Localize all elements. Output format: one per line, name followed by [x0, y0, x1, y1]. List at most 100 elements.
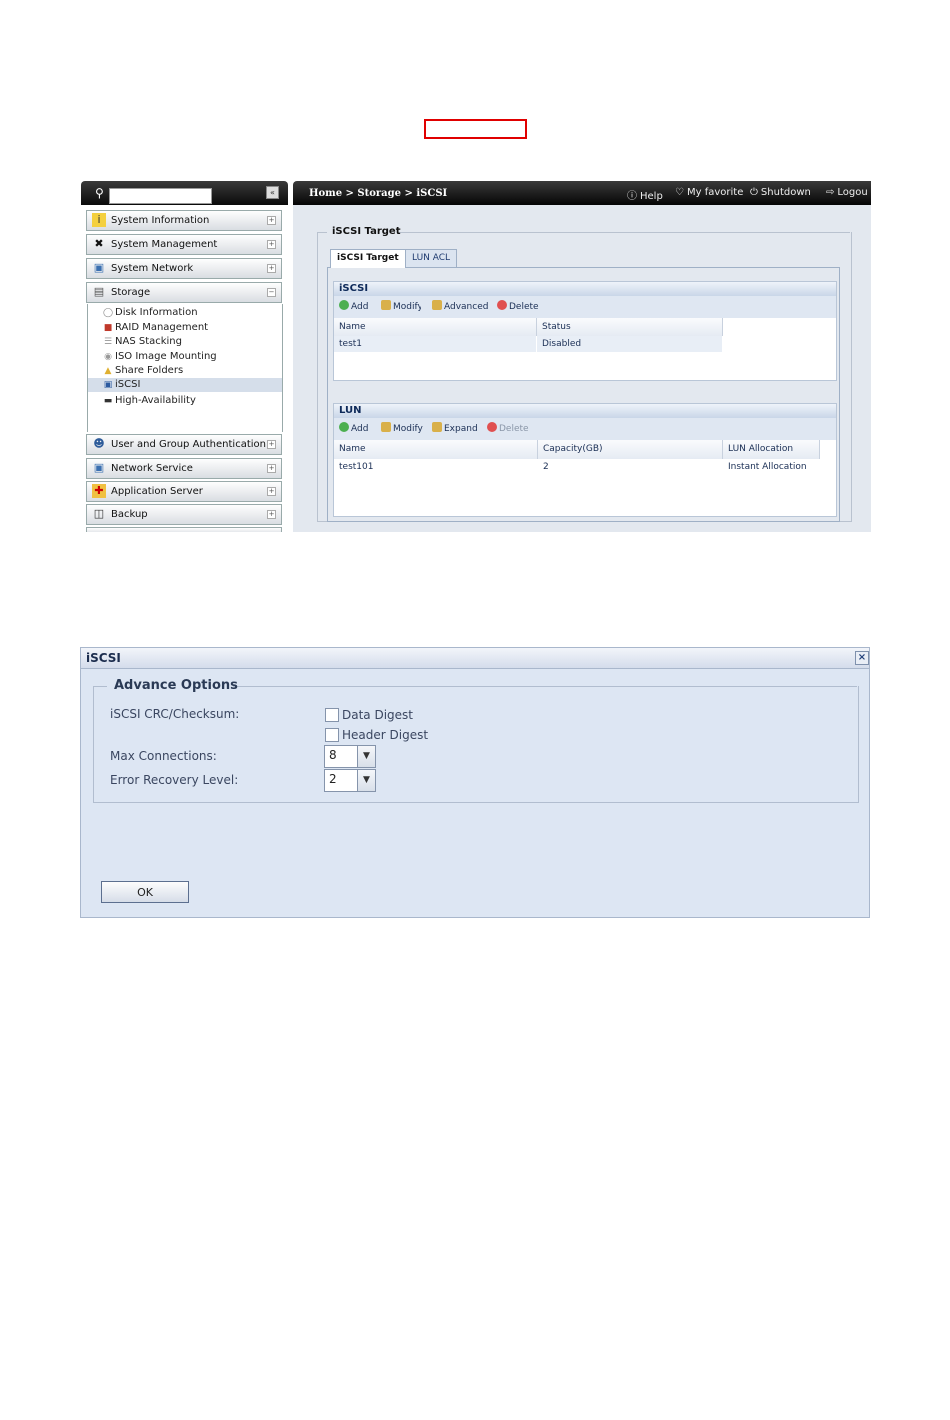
menu-item-label: User and Group Authentication [111, 439, 266, 450]
expand-icon[interactable]: + [267, 510, 276, 519]
sidebar-item-disk-information[interactable]: ◯ Disk Information [102, 306, 280, 320]
raid-icon: ■ [103, 323, 113, 333]
network-service-icon: ▣ [93, 461, 105, 474]
disk-icon: ◯ [102, 308, 114, 318]
menu-item-system-management[interactable]: ✖ System Management + [86, 234, 282, 255]
iso-icon: ◉ [104, 352, 112, 362]
header-digest-checkbox[interactable] [325, 728, 339, 742]
chevron-down-icon[interactable]: ▼ [357, 770, 375, 791]
sidebar-item-label: Disk Information [115, 307, 198, 318]
my-favorite-link[interactable]: ♡ My favorite [675, 187, 743, 198]
ok-button[interactable]: OK [101, 881, 189, 903]
table-row-cell[interactable]: Disabled [537, 336, 722, 352]
table-row-cell[interactable]: Instant Allocation [723, 459, 819, 475]
tab-iscsi-target[interactable]: iSCSI Target [330, 249, 406, 268]
max-connections-select[interactable]: 8 ▼ [324, 745, 376, 768]
search-icon: ⚲ [95, 186, 104, 200]
expand-icon[interactable]: + [267, 464, 276, 473]
advanced-button[interactable]: Advanced [432, 300, 488, 314]
data-digest-label: Data Digest [342, 708, 413, 722]
fieldset-border [317, 232, 327, 233]
logout-icon: ⇨ [826, 187, 835, 198]
crc-checksum-label: iSCSI CRC/Checksum: [110, 707, 240, 721]
modify-label: Modify [393, 424, 423, 434]
delete-label: Delete [509, 302, 539, 312]
nas-admin-screenshot: ⚲ « i System Information + ✖ System Mana… [80, 180, 871, 532]
logout-label: Logou [837, 187, 868, 198]
network-icon: ▣ [93, 261, 105, 274]
menu-item-backup[interactable]: ◫ Backup + [86, 504, 282, 525]
expand-button[interactable]: Expand [432, 422, 478, 436]
high-availability-icon: ▬ [103, 396, 113, 406]
search-input[interactable] [109, 188, 212, 204]
menu-item-storage[interactable]: ▤ Storage − [86, 282, 282, 303]
gear-icon [381, 300, 391, 310]
cell-text: Disabled [542, 339, 582, 349]
lun-grid: LUN Add Modify Expand Delete Name Capaci… [333, 403, 837, 517]
sidebar-item-label: High-Availability [115, 395, 196, 406]
sidebar-item-high-availability[interactable]: ▬ High-Availability [102, 394, 280, 408]
chevron-down-icon[interactable]: ▼ [357, 746, 375, 767]
grid-title-text: iSCSI [339, 283, 369, 294]
collapse-sidebar-icon[interactable]: « [266, 186, 279, 199]
delete-button[interactable]: Delete [487, 422, 529, 436]
menu-item-label: Network Service [111, 463, 193, 474]
tools-icon: ✖ [94, 237, 104, 250]
expand-icon[interactable]: + [267, 487, 276, 496]
collapse-icon[interactable]: − [267, 288, 276, 297]
column-header-lun-allocation[interactable]: LUN Allocation [723, 440, 820, 459]
info-icon: i [92, 213, 106, 227]
backup-icon: ◫ [93, 507, 105, 520]
heart-icon: ♡ [675, 187, 684, 198]
menu-item-label: System Management [111, 239, 218, 250]
column-header-status[interactable]: Status [537, 318, 723, 336]
expand-icon[interactable]: + [267, 440, 276, 449]
fieldset-border [397, 232, 850, 233]
sidebar-item-label: Share Folders [115, 365, 184, 376]
sidebar-item-share-folders[interactable]: ▲ Share Folders [102, 364, 280, 378]
column-header-name[interactable]: Name [334, 440, 538, 459]
table-row-cell[interactable]: 2 [538, 459, 722, 475]
modify-button[interactable]: Modify [381, 422, 423, 436]
menu-item-system-information[interactable]: i System Information + [86, 210, 282, 231]
select-value: 2 [329, 772, 337, 786]
shutdown-link[interactable]: ⏻ Shutdown [750, 187, 811, 198]
sidebar-item-iso-image-mounting[interactable]: ◉ ISO Image Mounting [102, 350, 280, 364]
tab-lun-acl[interactable]: LUN ACL [405, 249, 458, 268]
grid-title: iSCSI [334, 282, 836, 296]
close-icon[interactable]: × [855, 651, 869, 665]
table-row-cell[interactable]: test1 [334, 336, 536, 352]
delete-button[interactable]: Delete [497, 300, 539, 314]
menu-item-label: System Network [111, 263, 194, 274]
expand-icon[interactable]: + [267, 240, 276, 249]
data-digest-checkbox[interactable] [325, 708, 339, 722]
delete-icon [487, 422, 497, 432]
column-header-capacity[interactable]: Capacity(GB) [538, 440, 723, 459]
help-link[interactable]: ⓘ Help [627, 187, 663, 202]
shutdown-label: Shutdown [760, 187, 811, 198]
breadcrumb: Home > Storage > iSCSI [309, 188, 448, 199]
table-row-cell[interactable]: test101 [334, 459, 537, 475]
sidebar-item-iscsi[interactable]: ▣ iSCSI [88, 378, 282, 392]
menu-item-user-group-authentication[interactable]: ☻ User and Group Authentication + [86, 434, 282, 455]
modify-button[interactable]: Modify [381, 300, 421, 314]
menu-item-application-server[interactable]: ✚ Application Server + [86, 481, 282, 502]
modify-label: Modify [393, 302, 421, 312]
max-connections-label: Max Connections: [110, 749, 217, 763]
expand-icon[interactable]: + [267, 216, 276, 225]
menu-item-partial [86, 527, 282, 532]
cell-text: test1 [339, 339, 363, 349]
expand-icon[interactable]: + [267, 264, 276, 273]
menu-item-network-service[interactable]: ▣ Network Service + [86, 458, 282, 479]
sidebar-item-nas-stacking[interactable]: ☰ NAS Stacking [102, 335, 280, 349]
add-button[interactable]: Add [339, 422, 368, 436]
sidebar-item-label: NAS Stacking [115, 336, 182, 347]
menu-item-system-network[interactable]: ▣ System Network + [86, 258, 282, 279]
sidebar-item-raid-management[interactable]: ■ RAID Management [102, 321, 280, 335]
error-recovery-level-select[interactable]: 2 ▼ [324, 769, 376, 792]
column-header-name[interactable]: Name [334, 318, 537, 336]
add-label: Add [351, 424, 369, 434]
add-button[interactable]: Add [339, 300, 368, 314]
menu-item-label: System Information [111, 215, 210, 226]
logout-link[interactable]: ⇨ Logou [826, 187, 868, 198]
